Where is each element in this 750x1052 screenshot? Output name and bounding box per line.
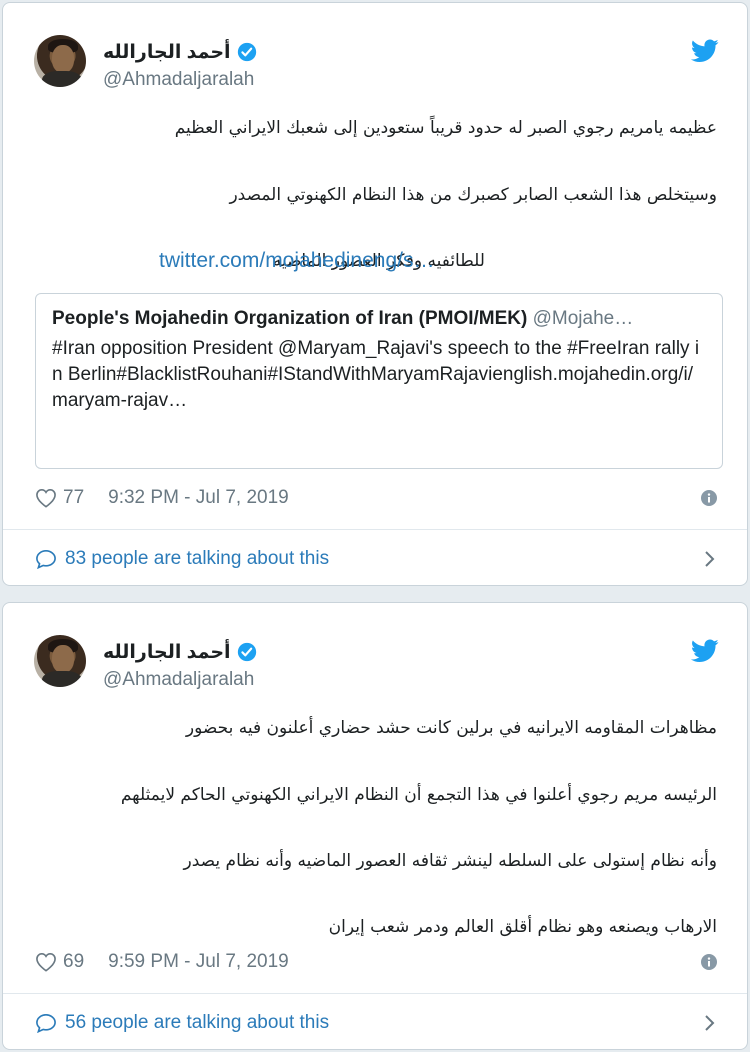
- tweet-text-line: وسيتخلص هذا الشعب الصابر كصبرك من هذا ال…: [229, 185, 717, 205]
- tweet-timestamp[interactable]: 9:59 PM - Jul 7, 2019: [108, 951, 289, 973]
- tweet-text-line: وأنه نظام إستولى على السلطه لينشر ثقافه …: [183, 851, 717, 871]
- tweet-card[interactable]: أحمد الجارالله @Ahmadaljaralah مظاهرات ا…: [2, 602, 748, 1050]
- tweet-meta-row: 69 9:59 PM - Jul 7, 2019: [35, 951, 717, 973]
- comment-bubble-icon: [36, 549, 56, 569]
- author-handle[interactable]: @Ahmadaljaralah: [103, 69, 254, 91]
- author-display-name[interactable]: أحمد الجارالله: [103, 41, 231, 64]
- quoted-tweet-text: #Iran opposition President @Maryam_Rajav…: [52, 338, 700, 411]
- info-icon[interactable]: [701, 954, 717, 970]
- author-handle[interactable]: @Ahmadaljaralah: [103, 669, 254, 691]
- verified-badge-icon: [237, 42, 256, 62]
- comment-bubble-icon: [36, 1013, 56, 1033]
- tweet-meta-row: 77 9:32 PM - Jul 7, 2019: [35, 487, 717, 509]
- info-icon[interactable]: [701, 490, 717, 506]
- avatar[interactable]: [34, 635, 86, 687]
- chevron-right-icon[interactable]: [703, 549, 717, 569]
- tweet-link[interactable]: twitter.com/mojahedineng/s…: [159, 249, 434, 273]
- quoted-author-handle: @Mojahe…: [532, 308, 634, 329]
- author-name-row[interactable]: أحمد الجارالله: [103, 39, 257, 65]
- divider: [3, 993, 747, 994]
- talking-about-link[interactable]: 83 people are talking about this: [35, 544, 717, 574]
- author-display-name[interactable]: أحمد الجارالله: [103, 641, 231, 664]
- heart-icon[interactable]: [35, 488, 57, 508]
- tweet-text-line: الرئيسه مريم رجوي أعلنوا في هذا التجمع أ…: [120, 785, 717, 805]
- tweet-text-line: عظيمه يامريم رجوي الصبر له حدود قريباً س…: [174, 118, 717, 138]
- verified-badge-icon: [237, 642, 256, 662]
- divider: [3, 529, 747, 530]
- chevron-right-icon[interactable]: [703, 1013, 717, 1033]
- talking-about-link[interactable]: 56 people are talking about this: [35, 1008, 717, 1038]
- like-count[interactable]: 69: [63, 951, 84, 973]
- author-name-row[interactable]: أحمد الجارالله: [103, 639, 257, 665]
- talking-about-text[interactable]: 83 people are talking about this: [65, 548, 329, 570]
- tweet-timestamp[interactable]: 9:32 PM - Jul 7, 2019: [108, 487, 289, 509]
- tweet-card[interactable]: أحمد الجارالله @Ahmadaljaralah عظيمه يام…: [2, 2, 748, 586]
- avatar[interactable]: [34, 35, 86, 87]
- tweet-text-line: الارهاب ويصنعه وهو نظام أقلق العالم ودمر…: [328, 917, 717, 937]
- like-count[interactable]: 77: [63, 487, 84, 509]
- heart-icon[interactable]: [35, 952, 57, 972]
- quoted-author-name: People's Mojahedin Organization of Iran …: [52, 308, 528, 329]
- talking-about-text[interactable]: 56 people are talking about this: [65, 1012, 329, 1034]
- quoted-tweet[interactable]: People's Mojahedin Organization of Iran …: [35, 293, 723, 469]
- tweet-text-line: مظاهرات المقاومه الايرانيه في برلين كانت…: [185, 718, 717, 738]
- twitter-logo-icon[interactable]: [691, 39, 719, 63]
- twitter-logo-icon[interactable]: [691, 639, 719, 663]
